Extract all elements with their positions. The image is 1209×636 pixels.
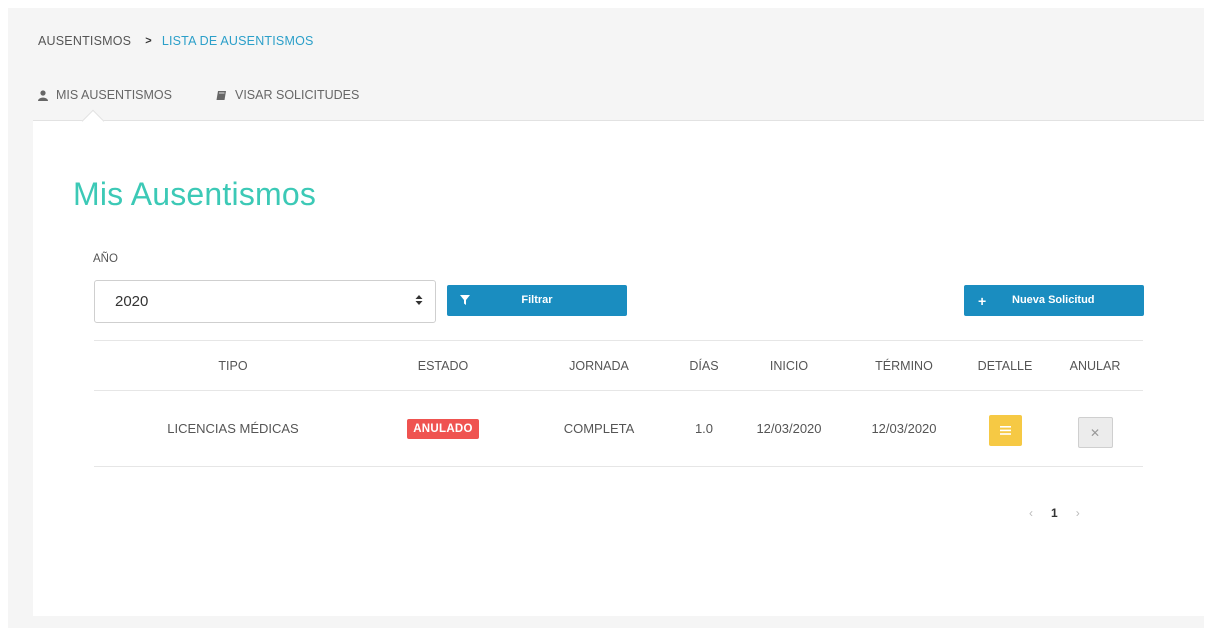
- column-header-jornada: JORNADA: [569, 358, 629, 373]
- column-header-estado: ESTADO: [417, 358, 469, 373]
- sort-arrows-icon: [415, 294, 423, 306]
- tab-mis-ausentismos[interactable]: MIS AUSENTISMOS: [38, 88, 172, 102]
- new-request-button[interactable]: + Nueva Solicitud: [964, 285, 1144, 316]
- breadcrumb: AUSENTISMOS > LISTA DE AUSENTISMOS: [38, 34, 314, 48]
- cell-jornada: COMPLETA: [563, 421, 635, 436]
- cell-anular: ✕: [1054, 391, 1136, 466]
- year-select-value: 2020: [115, 293, 149, 310]
- column-header-dias: DÍAS: [689, 358, 719, 373]
- plus-icon: +: [978, 293, 987, 309]
- pagination-page[interactable]: 1: [1051, 506, 1058, 520]
- pagination: ‹ 1 ›: [1023, 506, 1086, 520]
- filter-button[interactable]: Filtrar: [447, 285, 627, 316]
- cell-dias: 1.0: [694, 421, 714, 436]
- tab-bar: MIS AUSENTISMOS VISAR SOLICITUDES: [38, 88, 403, 102]
- tab-label: VISAR SOLICITUDES: [235, 88, 360, 102]
- new-request-button-label: Nueva Solicitud: [1012, 294, 1095, 306]
- close-icon: ✕: [1089, 425, 1101, 440]
- chevron-right-icon: >: [145, 35, 152, 47]
- tab-label: MIS AUSENTISMOS: [56, 88, 172, 102]
- column-header-termino: TÉRMINO: [875, 358, 933, 373]
- cell-termino: 12/03/2020: [871, 421, 937, 436]
- absences-table: TIPO ESTADO JORNADA DÍAS INICIO TÉRMINO …: [94, 340, 1143, 467]
- year-label: AÑO: [93, 253, 118, 265]
- year-select[interactable]: 2020: [94, 280, 436, 323]
- column-header-tipo: TIPO: [218, 358, 248, 373]
- cell-inicio: 12/03/2020: [756, 421, 822, 436]
- filter-button-label: Filtrar: [521, 294, 553, 306]
- column-header-anular: ANULAR: [1069, 358, 1121, 373]
- breadcrumb-root[interactable]: AUSENTISMOS: [38, 34, 131, 48]
- detail-button[interactable]: [988, 415, 1022, 446]
- tab-visar-solicitudes[interactable]: VISAR SOLICITUDES: [216, 88, 359, 102]
- breadcrumb-current[interactable]: LISTA DE AUSENTISMOS: [162, 34, 314, 48]
- pagination-prev[interactable]: ‹: [1023, 506, 1039, 520]
- cell-detalle: [964, 391, 1046, 466]
- cancel-request-button[interactable]: ✕: [1077, 417, 1113, 448]
- page-title: Mis Ausentismos: [73, 176, 317, 212]
- cell-estado: ANULADO: [396, 391, 490, 466]
- status-badge: ANULADO: [407, 418, 479, 439]
- table-row: LICENCIAS MÉDICAS ANULADO COMPLETA 1.0 1…: [94, 390, 1143, 466]
- pagination-next[interactable]: ›: [1070, 506, 1086, 520]
- content-card: Mis Ausentismos AÑO 2020 Filtrar + Nueva…: [33, 120, 1204, 616]
- book-icon: [216, 90, 226, 100]
- cell-tipo: LICENCIAS MÉDICAS: [167, 421, 299, 436]
- page-background: AUSENTISMOS > LISTA DE AUSENTISMOS MIS A…: [8, 8, 1204, 628]
- column-header-detalle: DETALLE: [977, 358, 1033, 373]
- table-bottom-border: [94, 466, 1143, 467]
- table-header-row: TIPO ESTADO JORNADA DÍAS INICIO TÉRMINO …: [94, 340, 1143, 390]
- user-icon: [38, 89, 48, 101]
- list-icon: [999, 426, 1011, 435]
- column-header-inicio: INICIO: [769, 358, 809, 373]
